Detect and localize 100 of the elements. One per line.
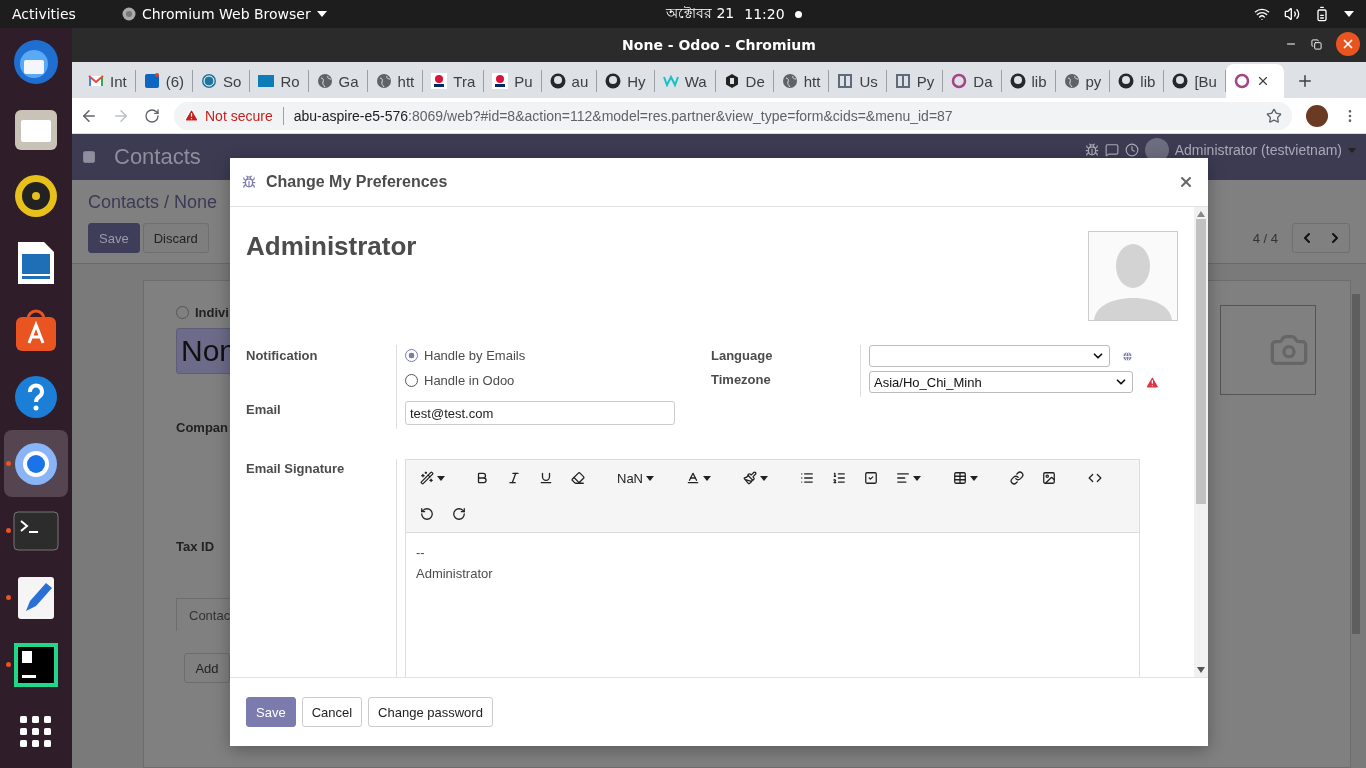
book-icon <box>894 73 911 89</box>
timezone-select[interactable]: Asia/Ho_Chi_Minh <box>869 371 1134 393</box>
browser-tab[interactable]: htt <box>367 70 424 92</box>
envelope-icon <box>88 73 104 89</box>
user-name: Administrator <box>246 231 417 263</box>
field-label: Email Signature <box>246 460 345 476</box>
caret-icon[interactable] <box>1344 11 1354 17</box>
scroll-up-icon[interactable] <box>1197 211 1205 217</box>
browser-tab[interactable]: py <box>1055 70 1111 92</box>
browser-tab[interactable]: [Bu <box>1164 70 1226 92</box>
radio-button[interactable] <box>405 349 418 362</box>
field-label: Email <box>246 401 282 419</box>
bookmark-star-icon[interactable] <box>1266 107 1282 124</box>
discard-button[interactable]: Discard <box>142 223 209 253</box>
redo-icon <box>452 507 466 521</box>
align-icon <box>896 471 910 485</box>
browser-tab[interactable] <box>1225 64 1284 98</box>
document-icon[interactable] <box>16 239 56 286</box>
reload-icon[interactable] <box>144 107 160 124</box>
italic-icon <box>507 471 521 485</box>
text-editor-icon[interactable] <box>16 574 56 621</box>
cancel-button[interactable]: Cancel <box>301 697 363 727</box>
change-password-button[interactable]: Change password <box>368 697 493 727</box>
apps-grid-icon[interactable] <box>20 715 52 748</box>
speaker-icon[interactable] <box>13 172 59 219</box>
browser-tab[interactable]: Ga <box>308 70 368 92</box>
font-size-dropdown[interactable]: NaN <box>611 464 660 492</box>
activity-icon[interactable] <box>1124 143 1139 157</box>
wifi-icon[interactable] <box>1254 6 1270 22</box>
security-label: Not secure <box>205 107 273 124</box>
chat-icon[interactable] <box>1104 143 1119 157</box>
link-icon <box>1010 471 1024 485</box>
browser-tab[interactable]: lib <box>1110 70 1165 92</box>
window-title: None - Odoo - Chromium <box>622 37 816 53</box>
close-button[interactable] <box>1336 32 1360 56</box>
bug-icon <box>242 175 256 189</box>
browser-tab[interactable]: (6) <box>135 70 194 92</box>
address-field[interactable]: Not secure abu-aspire-e5-576:8069/web?#id=8&action=112&model=res.partner&view_type=form&cids=&menu_id=87 <box>174 101 1292 130</box>
browser-tab[interactable]: Pu <box>484 70 542 92</box>
person-silhouette-icon <box>1092 242 1174 320</box>
terminal-icon[interactable] <box>13 510 59 551</box>
apps-menu-icon[interactable] <box>82 150 96 164</box>
browser-tab[interactable]: Int <box>80 70 136 92</box>
image-icon <box>1042 471 1056 485</box>
book-icon <box>837 73 854 89</box>
caret-icon <box>913 475 921 481</box>
browser-tab[interactable]: lib <box>1001 70 1056 92</box>
square-logo-icon <box>143 73 160 89</box>
signature-line: -- <box>416 545 426 560</box>
browser-tab[interactable]: Tra <box>423 70 485 92</box>
magic-wand-icon <box>420 471 434 485</box>
code-editor-icon[interactable] <box>14 642 58 687</box>
wave-logo-icon <box>662 73 679 89</box>
date-label[interactable]: অক্টোবর 21 <box>666 2 735 26</box>
browser-tab[interactable]: Ro <box>250 70 309 92</box>
browser-tab[interactable]: De <box>715 70 774 92</box>
table-icon <box>953 471 967 485</box>
notification-dot-icon <box>794 10 802 18</box>
radio-label: Indivi <box>195 305 229 320</box>
scrollbar-thumb[interactable] <box>1196 219 1206 504</box>
save-button[interactable]: Save <box>246 697 296 727</box>
field-label: Compan <box>176 420 228 435</box>
dialog-title: Change My Preferences <box>266 173 448 191</box>
signature-editor[interactable]: NaN -- Administrator <box>405 459 1140 677</box>
caret-icon <box>1348 147 1356 153</box>
activities-button[interactable]: Activities <box>12 6 76 22</box>
undo-icon <box>420 507 434 521</box>
browser-tab[interactable]: htt <box>773 70 830 92</box>
browser-icon <box>121 7 136 21</box>
help-icon[interactable] <box>13 373 59 420</box>
caret-icon <box>646 475 654 481</box>
ring-logo-icon <box>951 73 968 89</box>
caret-icon <box>970 475 978 481</box>
volume-icon[interactable] <box>1284 6 1300 22</box>
browser-tab[interactable]: Wa <box>654 70 716 92</box>
scroll-down-icon[interactable] <box>1197 667 1205 673</box>
save-button[interactable]: Save <box>88 223 140 253</box>
browser-tab[interactable]: Py <box>886 70 944 92</box>
restore-icon[interactable] <box>1311 38 1322 50</box>
browser-tab[interactable]: So <box>193 70 251 92</box>
underline-icon <box>539 471 553 485</box>
debug-icon[interactable] <box>1084 143 1099 157</box>
browser-tab[interactable]: au <box>541 70 598 92</box>
signature-line: Administrator <box>416 566 494 581</box>
numbered-list-icon <box>832 471 846 485</box>
email-field[interactable]: test@test.com <box>405 401 675 425</box>
browser-tab[interactable]: Da <box>943 70 1002 92</box>
checklist-icon <box>864 471 878 485</box>
profile-avatar[interactable] <box>1306 104 1328 127</box>
clock-label[interactable]: 11:20 <box>744 6 785 22</box>
battery-icon[interactable] <box>1314 6 1330 22</box>
user-menu[interactable]: Administrator (testvietnam) <box>1174 142 1342 158</box>
browser-tab[interactable]: Us <box>829 70 887 92</box>
font-color-icon <box>686 471 700 485</box>
browser-icon[interactable] <box>13 440 59 487</box>
app-menu[interactable]: Chromium Web Browser <box>141 6 311 22</box>
globe-icon <box>781 73 798 89</box>
globe-icon[interactable] <box>1122 350 1133 362</box>
browser-tab[interactable]: Hy <box>597 70 655 92</box>
circle-logo-icon <box>201 73 218 89</box>
